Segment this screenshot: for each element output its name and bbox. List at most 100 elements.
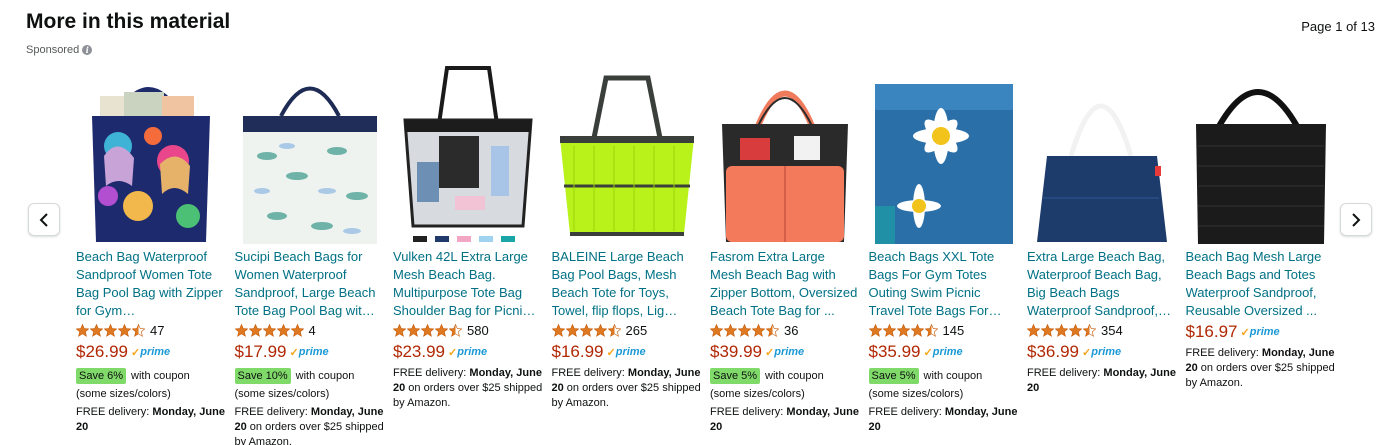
product-image[interactable] [710, 62, 860, 246]
delivery-label: FREE delivery: [76, 406, 153, 418]
price-row: $16.97 ✓ prime [1186, 320, 1336, 344]
star-icon [1041, 323, 1054, 337]
prime-badge: ✓ prime [1241, 326, 1280, 339]
review-count[interactable]: 354 [1101, 323, 1123, 338]
star-rating[interactable] [551, 323, 622, 337]
review-count[interactable]: 47 [150, 323, 164, 338]
star-icon [868, 323, 882, 337]
rating-row[interactable]: 354 [1027, 320, 1177, 340]
product-image[interactable] [1027, 62, 1177, 246]
prime-check-icon: ✓ [765, 346, 775, 359]
star-icon [752, 323, 765, 337]
rating-row[interactable]: 4 [234, 320, 385, 340]
rating-row[interactable]: 145 [868, 320, 1019, 340]
prime-check-icon: ✓ [1240, 326, 1250, 339]
review-count[interactable]: 580 [467, 323, 489, 338]
product-price: $36.99 [1027, 342, 1079, 361]
prime-label: prime [932, 346, 963, 358]
delivery-info: FREE delivery: Monday, June 20 [710, 405, 860, 435]
review-count[interactable]: 265 [626, 323, 648, 338]
delivery-suffix: on orders over $25 shipped by Amazon. [234, 421, 384, 445]
star-icon [724, 323, 737, 337]
delivery-info: FREE delivery: Monday, June 20 [869, 405, 1019, 435]
star-icon [1083, 323, 1096, 337]
star-icon [551, 323, 565, 337]
star-icon [1027, 323, 1040, 337]
star-icon [565, 323, 579, 337]
black-mesh-tote-image [1195, 89, 1326, 244]
delivery-info: FREE delivery: Monday, June 20 on orders… [235, 405, 385, 445]
coupon-row[interactable]: Save 5% with coupon [868, 368, 1019, 384]
rating-row[interactable]: 36 [710, 320, 860, 340]
price-row: $35.99 ✓ prime [869, 340, 1019, 364]
price-row: $17.99 ✓ prime [235, 340, 385, 364]
review-count[interactable]: 145 [943, 323, 965, 338]
prime-label: prime [1091, 346, 1122, 358]
star-rating[interactable] [234, 323, 305, 337]
sponsored-label[interactable]: Sponsored i [26, 44, 93, 56]
save-badge: Save 6% [76, 368, 127, 384]
product-card: Beach Bags XXL Tote Bags For Gym Totes O… [868, 62, 1019, 435]
star-icon [882, 323, 896, 337]
star-icon [449, 323, 462, 337]
star-rating[interactable] [710, 323, 780, 337]
prime-check-icon: ✓ [606, 346, 616, 359]
product-card: Sucipi Beach Bags for Women Waterproof S… [234, 62, 385, 445]
product-title-link[interactable]: Beach Bags XXL Tote Bags For Gym Totes O… [869, 248, 1019, 320]
prime-badge: ✓ prime [1082, 346, 1121, 359]
coupon-text: with coupon [131, 370, 190, 382]
coupon-row[interactable]: Save 6% with coupon [76, 368, 226, 384]
sizes-note: (some sizes/colors) [868, 388, 964, 400]
star-rating[interactable] [393, 323, 463, 337]
star-icon [104, 323, 117, 337]
delivery-info: FREE delivery: Monday, June 20 on orders… [1186, 346, 1336, 391]
product-image[interactable] [1186, 62, 1336, 246]
delivery-label: FREE delivery: [234, 406, 311, 418]
product-title-link[interactable]: Beach Bag Mesh Large Beach Bags and Tote… [1186, 248, 1336, 320]
star-rating[interactable] [1027, 323, 1097, 337]
delivery-label: FREE delivery: [1027, 367, 1104, 379]
star-icon [90, 323, 103, 337]
rating-row[interactable]: 580 [393, 320, 543, 340]
product-title-link[interactable]: BALEINE Large Beach Bag Pool Bags, Mesh … [552, 248, 702, 320]
rating-row[interactable]: 265 [551, 320, 702, 340]
star-icon [248, 323, 262, 337]
review-count[interactable]: 4 [309, 323, 316, 338]
prime-label: prime [1249, 326, 1280, 338]
coupon-row[interactable]: Save 10% with coupon [234, 368, 385, 384]
prime-label: prime [615, 346, 646, 358]
sizes-note: (some sizes/colors) [76, 388, 171, 400]
product-title-link[interactable]: Vulken 42L Extra Large Mesh Beach Bag. M… [393, 248, 543, 320]
product-image[interactable] [869, 62, 1019, 246]
star-rating[interactable] [868, 323, 939, 337]
star-icon [579, 323, 593, 337]
carousel-next-button[interactable] [1340, 203, 1372, 236]
star-icon [896, 323, 910, 337]
review-count[interactable]: 36 [784, 323, 798, 338]
price-row: $39.99 ✓ prime [710, 340, 860, 364]
product-card: Extra Large Beach Bag, Waterproof Beach … [1027, 62, 1177, 396]
info-icon[interactable]: i [82, 45, 93, 55]
product-title-link[interactable]: Beach Bag Waterproof Sandproof Women Tot… [76, 248, 226, 320]
sizes-note: (some sizes/colors) [234, 388, 330, 400]
product-title-link[interactable]: Fasrom Extra Large Mesh Beach Bag with Z… [710, 248, 860, 320]
star-rating[interactable] [76, 323, 146, 337]
star-icon [393, 323, 406, 337]
product-image[interactable] [76, 62, 226, 246]
coupon-row[interactable]: Save 5% with coupon [710, 368, 860, 384]
product-image[interactable] [393, 62, 543, 246]
delivery-info: FREE delivery: Monday, June 20 [76, 405, 226, 435]
star-icon [76, 323, 89, 337]
product-image[interactable] [235, 62, 385, 246]
star-icon [262, 323, 276, 337]
prime-label: prime [140, 346, 171, 358]
product-title-link[interactable]: Extra Large Beach Bag, Waterproof Beach … [1027, 248, 1177, 320]
coupon-text: with coupon [295, 370, 355, 382]
save-badge: Save 10% [234, 368, 291, 384]
product-title-link[interactable]: Sucipi Beach Bags for Women Waterproof S… [235, 248, 385, 320]
rating-row[interactable]: 47 [76, 320, 226, 340]
product-image[interactable] [552, 62, 702, 246]
carousel-prev-button[interactable] [28, 203, 60, 236]
coupon-text: with coupon [923, 370, 983, 382]
prime-badge: ✓ prime [924, 346, 963, 359]
